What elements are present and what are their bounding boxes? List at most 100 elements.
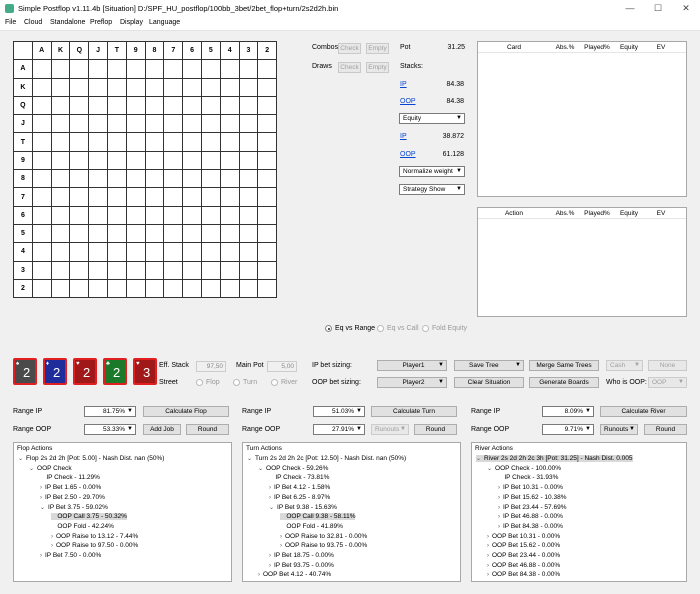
matrix-cell[interactable] (182, 223, 202, 244)
chevron-right-icon[interactable]: › (487, 572, 489, 578)
street-river-radio[interactable] (271, 379, 278, 386)
matrix-cell[interactable] (219, 59, 240, 79)
matrix-cell[interactable] (219, 150, 240, 171)
matrix-col-header[interactable]: 9 (125, 40, 146, 61)
matrix-row-header[interactable]: 5 (13, 223, 33, 244)
matrix-cell[interactable] (50, 114, 71, 134)
matrix-cell[interactable] (182, 278, 202, 299)
matrix-cell[interactable] (88, 242, 108, 262)
matrix-cell[interactable] (219, 132, 240, 152)
draws-check-button[interactable]: Check (338, 62, 361, 73)
matrix-cell[interactable] (200, 205, 221, 225)
tree-node[interactable]: ⌄ River 2s 2d 2h 2c 3h [Pot: 31.25] - Nas… (476, 455, 633, 462)
add-job-button[interactable]: Add Job (143, 424, 181, 435)
matrix-cell[interactable] (144, 114, 165, 134)
matrix-cell[interactable] (125, 242, 146, 262)
oop-bet-sizing-select[interactable]: Player2 ▼ (377, 377, 447, 388)
none-button[interactable]: None (648, 360, 687, 371)
matrix-cell[interactable] (219, 114, 240, 134)
col-card[interactable]: Card (504, 44, 524, 51)
board-card[interactable]: ♠ 2 (13, 358, 37, 385)
matrix-cell[interactable] (125, 114, 146, 134)
matrix-row-header[interactable]: 2 (13, 278, 33, 299)
matrix-cell[interactable] (144, 205, 165, 225)
metric-select[interactable]: Equity ▼ (399, 113, 465, 124)
matrix-cell[interactable] (125, 59, 146, 79)
stack-oop-link[interactable]: OOP (400, 98, 416, 105)
matrix-cell[interactable] (257, 205, 278, 225)
matrix-cell[interactable] (144, 187, 165, 207)
matrix-cell[interactable] (88, 77, 108, 97)
matrix-cell[interactable] (163, 77, 184, 97)
matrix-cell[interactable] (69, 187, 90, 207)
hand-matrix[interactable]: AKQJT98765432AKQJT98765432 (13, 40, 278, 299)
matrix-cell[interactable] (50, 132, 71, 152)
matrix-cell[interactable] (257, 223, 278, 244)
tree-node[interactable]: › IP Bet 6.25 - 8.97% (269, 494, 330, 501)
matrix-cell[interactable] (182, 59, 202, 79)
matrix-cell[interactable] (69, 95, 90, 116)
tree-node[interactable]: › IP Bet 18.75 - 0.00% (269, 552, 334, 559)
tree-node[interactable]: › OOP Bet 23.44 - 0.00% (487, 552, 560, 559)
matrix-cell[interactable] (238, 95, 259, 116)
matrix-cell[interactable] (219, 260, 240, 280)
matrix-row-header[interactable]: 3 (13, 260, 33, 280)
matrix-cell[interactable] (31, 205, 52, 225)
tree-node[interactable]: › OOP Bet 4.12 - 40.74% (258, 571, 331, 578)
matrix-cell[interactable] (163, 242, 184, 262)
calculate-river-button[interactable]: Calculate River (600, 406, 687, 417)
eq-vs-call-radio[interactable] (377, 325, 384, 332)
matrix-cell[interactable] (200, 169, 221, 189)
matrix-cell[interactable] (69, 242, 90, 262)
matrix-row-header[interactable]: K (13, 77, 33, 97)
matrix-cell[interactable] (219, 95, 240, 116)
action-table[interactable]: Action Abs.% Played% Equity EV (477, 207, 687, 317)
matrix-cell[interactable] (88, 59, 108, 79)
matrix-cell[interactable] (238, 187, 259, 207)
tree-node[interactable]: OOP Call 3.75 - 50.32% (51, 513, 127, 521)
matrix-row-header[interactable]: A (13, 59, 33, 79)
merge-same-trees-button[interactable]: Merge Same Trees (529, 360, 599, 371)
matrix-cell[interactable] (200, 260, 221, 280)
matrix-cell[interactable] (125, 132, 146, 152)
board-card[interactable]: ♥ 3 (133, 358, 157, 385)
tree-node[interactable]: › IP Bet 84.38 - 0.00% (498, 523, 563, 530)
tree-node[interactable]: › IP Bet 2.50 - 29.70% (40, 494, 105, 501)
river-actions-tree[interactable]: River Actions ⌄ River 2s 2d 2h 2c 3h [Pot… (471, 442, 687, 582)
matrix-cell[interactable] (257, 114, 278, 134)
generate-boards-button[interactable]: Generate Boards (529, 377, 599, 388)
fold-equity-radio[interactable] (422, 325, 429, 332)
matrix-cell[interactable] (257, 132, 278, 152)
matrix-cell[interactable] (163, 260, 184, 280)
chevron-right-icon[interactable]: › (40, 485, 42, 491)
draws-empty-button[interactable]: Empty (366, 62, 389, 73)
chevron-right-icon[interactable]: › (269, 495, 271, 501)
matrix-row-header[interactable]: 6 (13, 205, 33, 225)
chevron-right-icon[interactable]: › (269, 553, 271, 559)
chevron-down-icon[interactable]: ⌄ (40, 505, 45, 511)
river-round-button[interactable]: Round (644, 424, 687, 435)
matrix-cell[interactable] (200, 59, 221, 79)
matrix-cell[interactable] (31, 132, 52, 152)
menu-display[interactable]: Display (120, 19, 143, 26)
chevron-right-icon[interactable]: › (487, 553, 489, 559)
maximize-button[interactable]: ☐ (644, 0, 672, 17)
matrix-cell[interactable] (200, 95, 221, 116)
matrix-col-header[interactable]: Q (69, 40, 90, 61)
matrix-row-header[interactable]: Q (13, 95, 33, 116)
tree-node[interactable]: ⌄ OOP Check (29, 465, 72, 472)
matrix-cell[interactable] (144, 77, 165, 97)
matrix-cell[interactable] (219, 187, 240, 207)
matrix-cell[interactable] (144, 242, 165, 262)
matrix-col-header[interactable]: K (50, 40, 71, 61)
flop-range-ip-select[interactable]: 81.75% ▼ (84, 406, 136, 417)
matrix-cell[interactable] (144, 223, 165, 244)
matrix-cell[interactable] (182, 132, 202, 152)
main-pot-input[interactable]: 5,00 (267, 361, 297, 372)
matrix-cell[interactable] (238, 59, 259, 79)
chevron-right-icon[interactable]: › (258, 572, 260, 578)
matrix-cell[interactable] (50, 242, 71, 262)
matrix-cell[interactable] (106, 114, 127, 134)
minimize-button[interactable]: — (616, 0, 644, 17)
tree-node[interactable]: IP Check - 73.81% (269, 474, 329, 481)
